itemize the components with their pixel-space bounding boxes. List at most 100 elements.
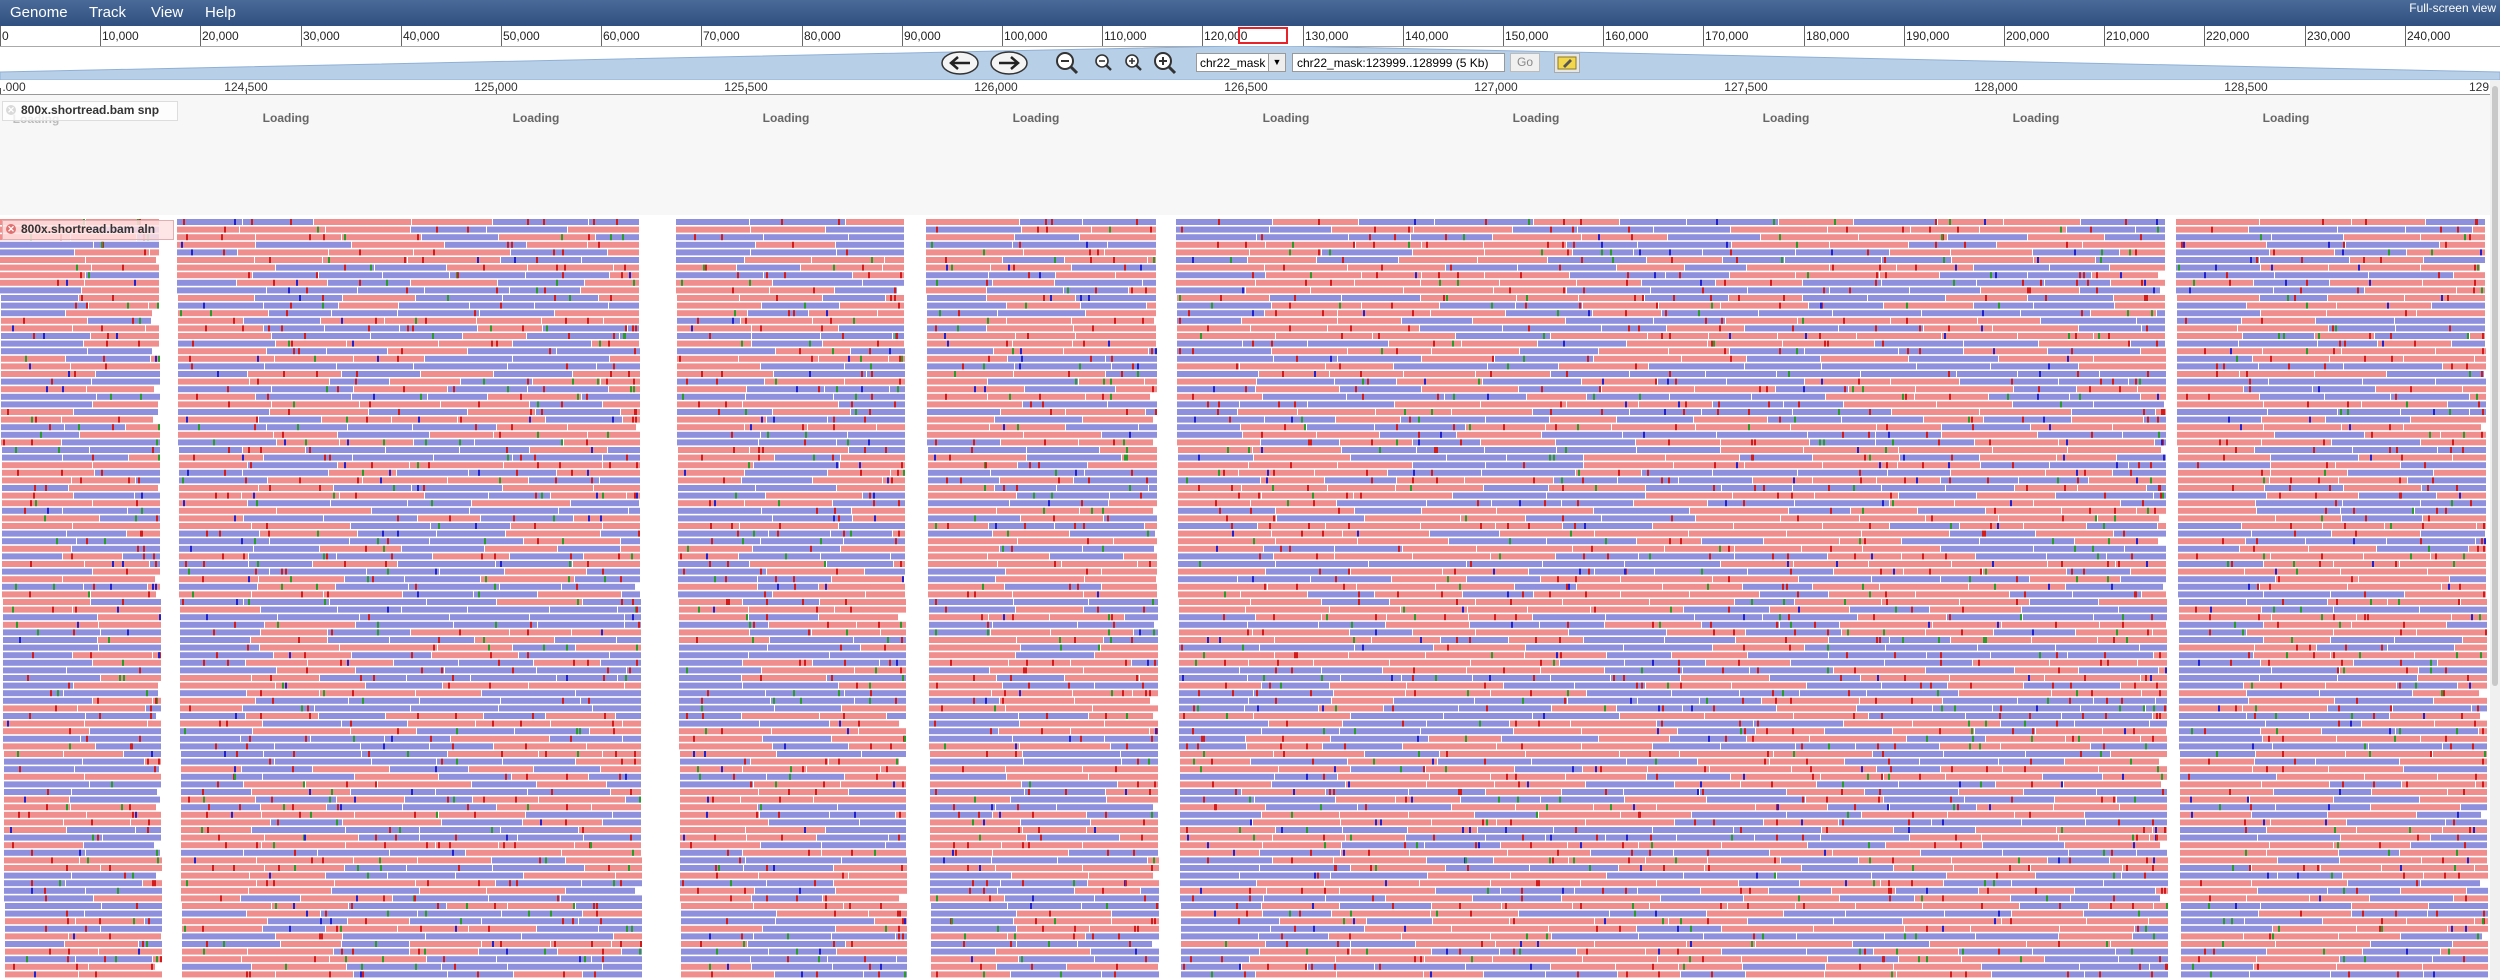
read-forward[interactable] xyxy=(1080,234,1156,241)
read-forward[interactable] xyxy=(676,226,750,233)
read-reverse[interactable] xyxy=(526,811,612,818)
read-forward[interactable] xyxy=(1745,462,1822,469)
read-reverse[interactable] xyxy=(927,409,1000,415)
read-forward[interactable] xyxy=(243,447,305,453)
read-reverse[interactable] xyxy=(1540,621,1604,628)
read-forward[interactable] xyxy=(497,424,567,431)
read-forward[interactable] xyxy=(1387,614,1468,621)
read-reverse[interactable] xyxy=(992,857,1057,864)
read-forward[interactable] xyxy=(281,941,341,947)
read-forward[interactable] xyxy=(1884,773,1945,780)
read-forward[interactable] xyxy=(1239,469,1314,476)
read-forward[interactable] xyxy=(1973,659,2049,666)
read-reverse[interactable] xyxy=(1177,371,1258,377)
read-forward[interactable] xyxy=(240,226,325,233)
read-forward[interactable] xyxy=(745,500,832,507)
read-forward[interactable] xyxy=(1733,492,1814,499)
read-reverse[interactable] xyxy=(0,241,93,248)
read-reverse[interactable] xyxy=(448,971,513,978)
read-forward[interactable] xyxy=(523,819,602,826)
read-forward[interactable] xyxy=(86,257,156,263)
read-forward[interactable] xyxy=(1177,295,1269,301)
read-forward[interactable] xyxy=(1396,485,1483,491)
read-forward[interactable] xyxy=(308,659,393,666)
read-forward[interactable] xyxy=(1440,751,1525,757)
read-reverse[interactable] xyxy=(1547,492,1645,499)
read-reverse[interactable] xyxy=(1980,538,2074,545)
read-reverse[interactable] xyxy=(836,241,904,248)
read-reverse[interactable] xyxy=(679,690,765,697)
read-forward[interactable] xyxy=(1006,705,1092,712)
read-forward[interactable] xyxy=(378,781,471,788)
read-reverse[interactable] xyxy=(575,576,640,583)
read-forward[interactable] xyxy=(69,933,161,940)
read-reverse[interactable] xyxy=(3,675,100,681)
read-reverse[interactable] xyxy=(566,887,635,894)
read-reverse[interactable] xyxy=(264,325,324,332)
read-forward[interactable] xyxy=(1675,781,1740,788)
read-reverse[interactable] xyxy=(1748,652,1828,659)
read-reverse[interactable] xyxy=(743,599,819,605)
read-reverse[interactable] xyxy=(679,713,741,719)
read-reverse[interactable] xyxy=(929,735,1012,742)
read-reverse[interactable] xyxy=(311,735,384,742)
read-forward[interactable] xyxy=(2089,477,2166,484)
read-forward[interactable] xyxy=(1178,447,1252,453)
read-forward[interactable] xyxy=(1732,241,1829,248)
read-forward[interactable] xyxy=(823,340,904,347)
read-forward[interactable] xyxy=(927,416,994,423)
read-reverse[interactable] xyxy=(1750,667,1833,674)
read-reverse[interactable] xyxy=(411,226,486,233)
read-forward[interactable] xyxy=(930,766,1005,773)
read-forward[interactable] xyxy=(1348,758,1437,765)
read-forward[interactable] xyxy=(78,705,145,712)
read-forward[interactable] xyxy=(1179,713,1253,719)
read-reverse[interactable] xyxy=(931,941,1016,947)
read-forward[interactable] xyxy=(258,583,335,590)
read-reverse[interactable] xyxy=(678,485,755,491)
read-reverse[interactable] xyxy=(1177,386,1255,393)
read-forward[interactable] xyxy=(551,720,622,727)
read-reverse[interactable] xyxy=(1467,576,1540,583)
read-forward[interactable] xyxy=(1478,257,1547,263)
read-reverse[interactable] xyxy=(1179,743,1246,750)
read-reverse[interactable] xyxy=(2129,462,2166,469)
read-forward[interactable] xyxy=(1497,507,1593,514)
read-reverse[interactable] xyxy=(1176,257,1247,263)
read-forward[interactable] xyxy=(1088,880,1159,887)
read-reverse[interactable] xyxy=(103,834,161,841)
read-forward[interactable] xyxy=(749,606,834,613)
read-forward[interactable] xyxy=(1650,599,1734,605)
read-forward[interactable] xyxy=(1332,697,1393,704)
read-forward[interactable] xyxy=(928,454,1026,461)
read-forward[interactable] xyxy=(1500,279,1576,286)
read-forward[interactable] xyxy=(322,416,391,423)
read-reverse[interactable] xyxy=(413,424,496,431)
read-reverse[interactable] xyxy=(761,431,847,438)
read-forward[interactable] xyxy=(680,834,746,841)
read-reverse[interactable] xyxy=(763,735,831,742)
read-reverse[interactable] xyxy=(1651,287,1747,294)
read-forward[interactable] xyxy=(508,903,575,909)
read-reverse[interactable] xyxy=(1,302,88,309)
read-forward[interactable] xyxy=(1584,454,1665,461)
read-reverse[interactable] xyxy=(241,735,310,742)
read-reverse[interactable] xyxy=(180,659,245,666)
read-forward[interactable] xyxy=(1884,302,1973,309)
read-reverse[interactable] xyxy=(617,637,641,643)
read-reverse[interactable] xyxy=(124,751,161,757)
read-reverse[interactable] xyxy=(437,530,505,537)
read-reverse[interactable] xyxy=(1024,758,1121,765)
read-reverse[interactable] xyxy=(1708,500,1794,507)
read-forward[interactable] xyxy=(677,355,738,362)
read-forward[interactable] xyxy=(1426,766,1514,773)
read-reverse[interactable] xyxy=(930,872,1011,879)
read-forward[interactable] xyxy=(1902,553,1975,560)
read-forward[interactable] xyxy=(2,523,72,529)
read-forward[interactable] xyxy=(1401,606,1467,613)
read-forward[interactable] xyxy=(1020,743,1110,750)
read-reverse[interactable] xyxy=(987,287,1063,294)
read-reverse[interactable] xyxy=(3,682,73,689)
read-reverse[interactable] xyxy=(181,773,262,780)
read-reverse[interactable] xyxy=(929,728,998,735)
